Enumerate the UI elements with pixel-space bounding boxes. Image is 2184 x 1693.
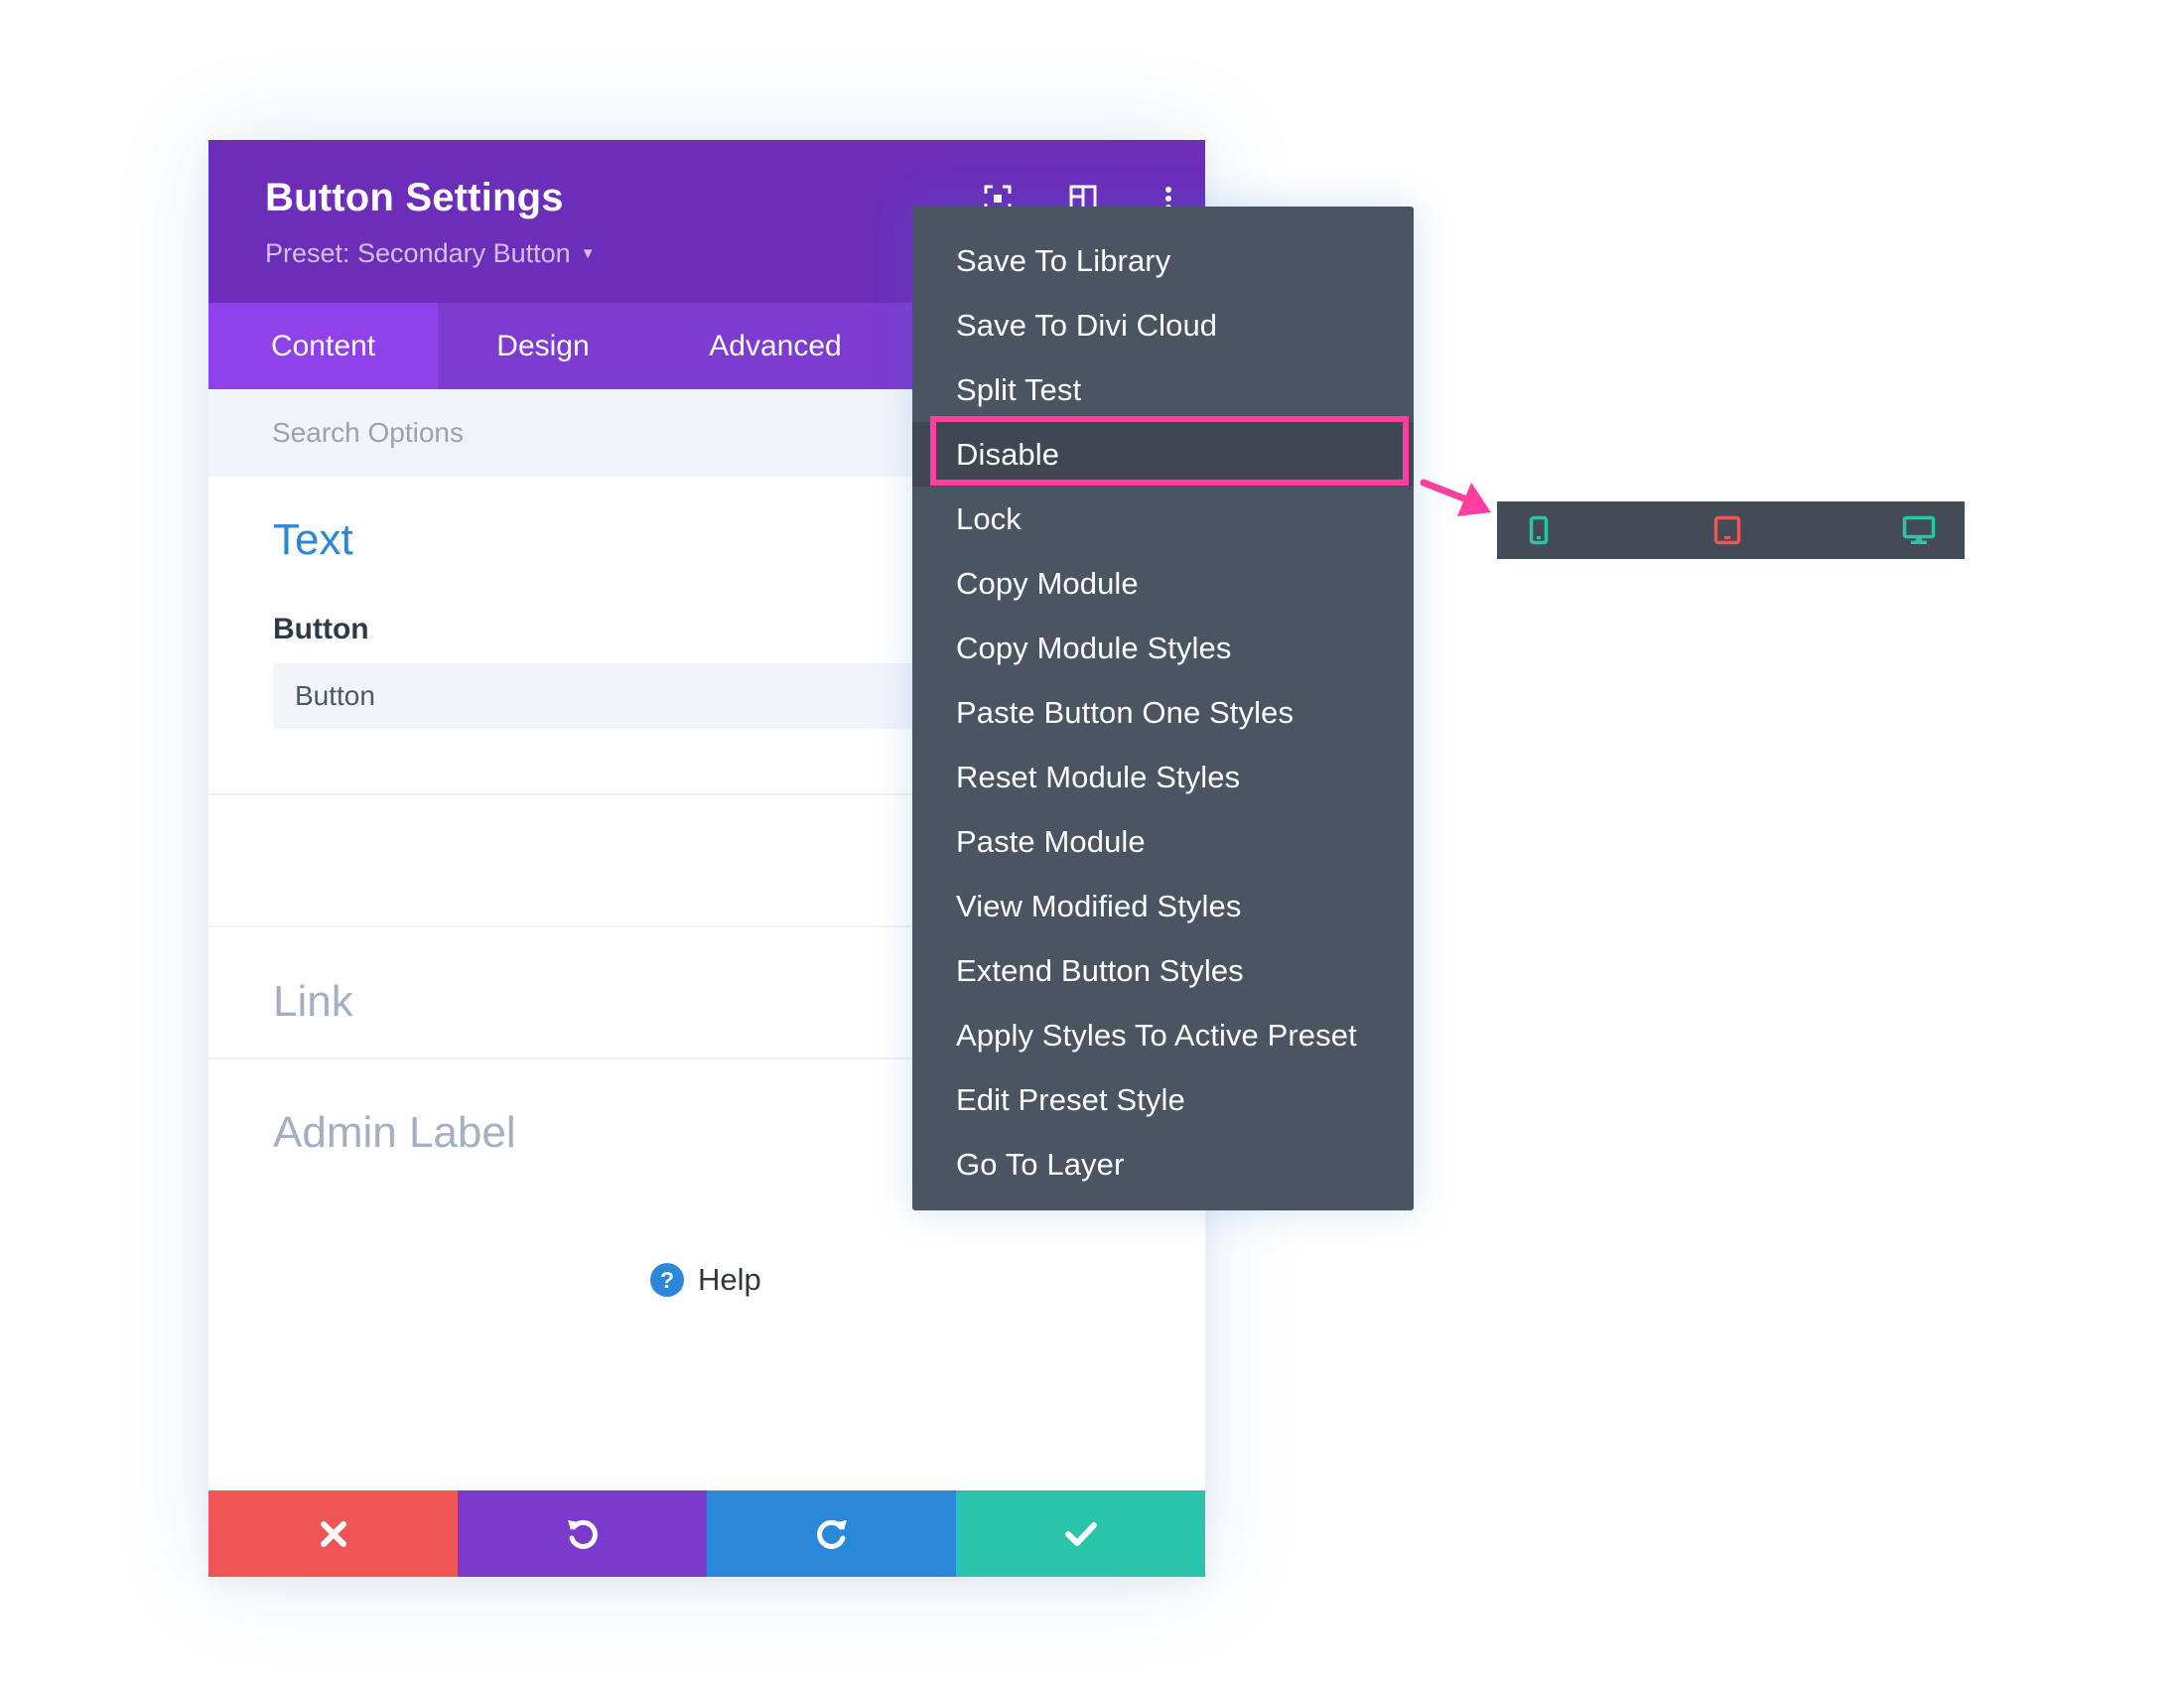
section-title-link[interactable]: Link <box>273 977 353 1027</box>
tablet-icon[interactable] <box>1713 515 1741 545</box>
menu-item-paste-button-one-styles[interactable]: Paste Button One Styles <box>912 680 1414 745</box>
panel-footer <box>208 1490 1205 1577</box>
caret-down-icon: ▼ <box>580 245 596 262</box>
menu-item-copy-module[interactable]: Copy Module <box>912 551 1414 616</box>
menu-item-lock[interactable]: Lock <box>912 487 1414 551</box>
module-options-menu: Save To Library Save To Divi Cloud Split… <box>912 207 1414 1210</box>
close-icon <box>320 1520 346 1547</box>
undo-icon <box>567 1519 598 1549</box>
checkmark-icon <box>1064 1521 1097 1546</box>
menu-item-paste-module[interactable]: Paste Module <box>912 809 1414 874</box>
preset-selector[interactable]: Preset: Secondary Button ▼ <box>265 238 596 269</box>
menu-item-view-modified-styles[interactable]: View Modified Styles <box>912 874 1414 938</box>
menu-item-extend-button-styles[interactable]: Extend Button Styles <box>912 938 1414 1003</box>
menu-item-disable[interactable]: Disable <box>912 422 1414 487</box>
section-title-text[interactable]: Text <box>273 515 353 565</box>
discard-button[interactable] <box>208 1490 458 1577</box>
menu-item-copy-module-styles[interactable]: Copy Module Styles <box>912 616 1414 680</box>
menu-item-save-to-divi-cloud[interactable]: Save To Divi Cloud <box>912 293 1414 357</box>
desktop-icon[interactable] <box>1902 515 1936 545</box>
menu-item-save-to-library[interactable]: Save To Library <box>912 228 1414 293</box>
phone-icon[interactable] <box>1529 515 1549 545</box>
tab-content[interactable]: Content <box>208 303 438 389</box>
preset-label: Preset: Secondary Button <box>265 238 571 268</box>
button-field-label: Button <box>273 613 369 645</box>
section-title-admin-label[interactable]: Admin Label <box>273 1108 516 1158</box>
menu-item-apply-styles-to-active-preset[interactable]: Apply Styles To Active Preset <box>912 1003 1414 1067</box>
save-button[interactable] <box>956 1490 1205 1577</box>
redo-button[interactable] <box>707 1490 956 1577</box>
device-visibility-bar <box>1497 501 1965 559</box>
help-link[interactable]: ? Help <box>650 1262 761 1298</box>
pointer-arrow-icon <box>1420 479 1491 516</box>
undo-button[interactable] <box>458 1490 707 1577</box>
menu-item-reset-module-styles[interactable]: Reset Module Styles <box>912 745 1414 809</box>
panel-title: Button Settings <box>265 176 564 219</box>
redo-icon <box>816 1519 847 1549</box>
tab-design[interactable]: Design <box>438 303 648 389</box>
help-icon: ? <box>650 1263 684 1297</box>
menu-item-edit-preset-style[interactable]: Edit Preset Style <box>912 1067 1414 1132</box>
tab-advanced[interactable]: Advanced <box>648 303 902 389</box>
menu-item-go-to-layer[interactable]: Go To Layer <box>912 1132 1414 1197</box>
menu-item-split-test[interactable]: Split Test <box>912 357 1414 422</box>
help-label: Help <box>698 1262 761 1297</box>
